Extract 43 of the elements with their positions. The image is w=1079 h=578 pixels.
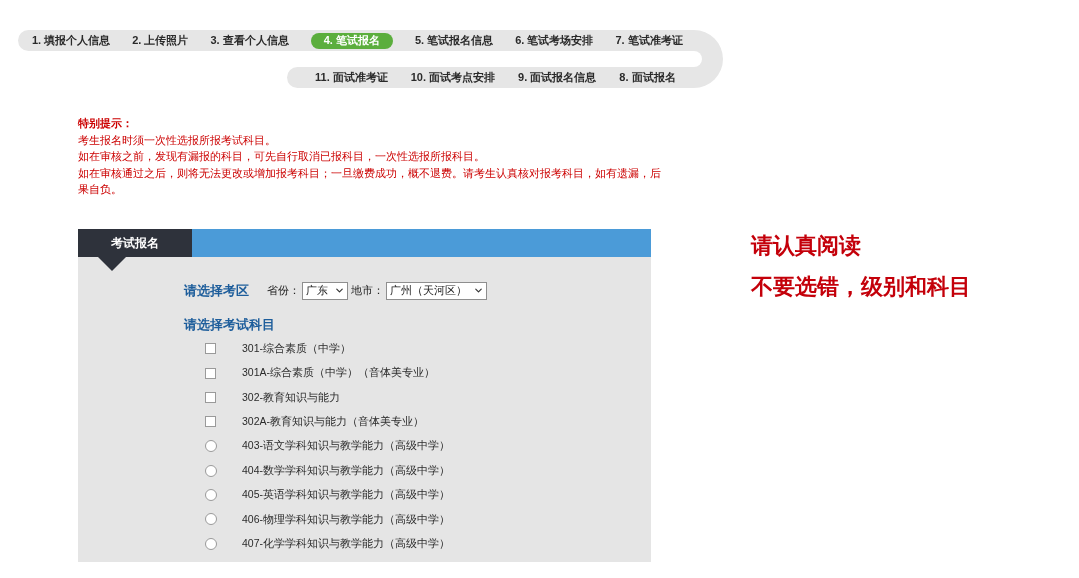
step-tab[interactable]: 11. 面试准考证 — [315, 69, 388, 86]
radio-button[interactable] — [204, 489, 217, 502]
annotation-text: 不要选错，级别和科目 — [751, 272, 971, 301]
subject-label: 404-数学学科知识与教学能力（高级中学） — [242, 462, 450, 478]
step-tab[interactable]: 2. 上传照片 — [132, 32, 189, 49]
annotation-text: 请认真阅读 — [751, 231, 862, 260]
subject-label: 406-物理学科知识与教学能力（高级中学） — [242, 511, 450, 527]
triangle-pointer-icon — [98, 256, 126, 271]
notice-text: 考生报名时须一次性选报所报考试科目。 — [78, 132, 277, 148]
subject-label: 405-英语学科知识与教学能力（高级中学） — [242, 487, 450, 503]
subject-label: 302-教育知识与能力 — [242, 389, 340, 405]
chevron-down-icon — [334, 285, 345, 296]
subject-label: 301-综合素质（中学） — [242, 340, 351, 356]
field-label: 地市： — [351, 282, 384, 298]
chevron-down-icon — [473, 285, 484, 296]
subjects-heading: 请选择考试科目 — [184, 316, 276, 333]
subject-label: 403-语文学科知识与教学能力（高级中学） — [242, 438, 450, 454]
region-heading: 请选择考区 — [184, 281, 249, 300]
step-tab[interactable]: 8. 面试报名 — [619, 69, 676, 86]
checkbox[interactable] — [205, 416, 216, 428]
step-tab[interactable]: 10. 面试考点安排 — [410, 69, 496, 86]
checkbox[interactable] — [205, 343, 216, 355]
step-tab[interactable]: 6. 笔试考场安排 — [515, 32, 594, 49]
subject-label: 407-化学学科知识与教学能力（高级中学） — [242, 535, 450, 551]
step-tab[interactable]: 1. 填报个人信息 — [32, 32, 111, 49]
step-tab[interactable]: 5. 笔试报名信息 — [414, 32, 494, 49]
step-tab[interactable]: 3. 查看个人信息 — [210, 32, 289, 49]
checkbox[interactable] — [205, 391, 216, 403]
radio-button[interactable] — [204, 537, 217, 550]
checkbox[interactable] — [205, 367, 216, 379]
radio-button[interactable] — [204, 464, 217, 477]
step-tab[interactable]: 9. 面试报名信息 — [518, 69, 597, 86]
step-tab[interactable]: 7. 笔试准考证 — [615, 32, 683, 49]
field-label: 省份： — [267, 282, 300, 298]
notice-text: 如在审核通过之后，则将无法更改或增加报考科目；一旦缴费成功，概不退费。请考生认真核对报考科目，如有遗漏，后果自负。 — [78, 165, 662, 197]
subject-label: 301A-综合素质（中学）（音体美专业） — [242, 365, 436, 381]
radio-button[interactable] — [204, 513, 217, 526]
subject-label: 302A-教育知识与能力（音体美专业） — [242, 414, 425, 429]
dropdown-select[interactable]: 广州（天河区） — [386, 281, 487, 300]
radio-button[interactable] — [204, 440, 217, 453]
notice-title: 特别提示： — [78, 116, 134, 131]
notice-text: 如在审核之前，发现有漏报的科目，可先自行取消已报科目，一次性选报所报科目。 — [78, 149, 486, 164]
dropdown-select[interactable]: 广东 — [302, 281, 348, 300]
